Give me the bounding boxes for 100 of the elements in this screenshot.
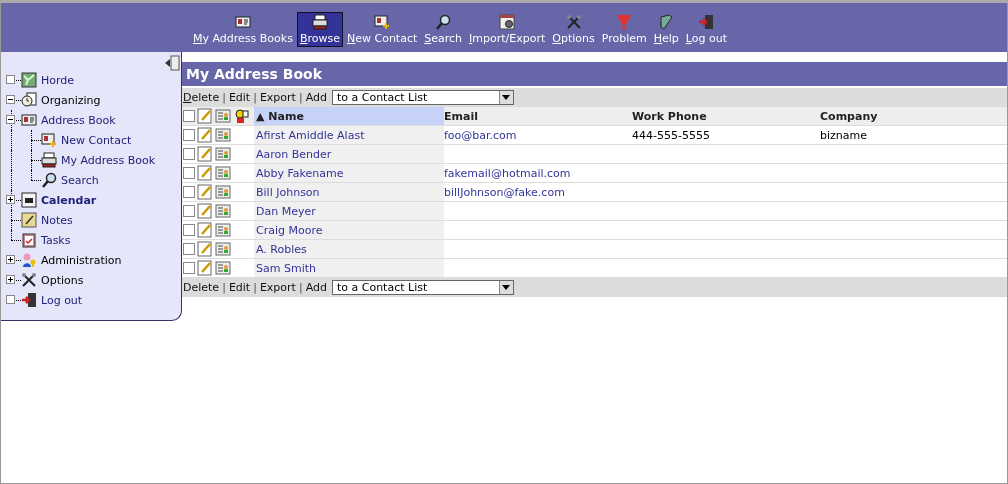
column-header[interactable]: Email [444, 107, 632, 126]
action-link[interactable]: Edit [228, 91, 251, 104]
search-icon [41, 172, 57, 188]
row-checkbox[interactable] [183, 167, 195, 179]
edit-icon[interactable] [197, 260, 213, 276]
email-link[interactable]: billJohnson@fake.com [444, 185, 565, 199]
vcard-icon[interactable] [215, 260, 231, 276]
column-header[interactable]: Company [820, 107, 1007, 126]
tree-item[interactable]: Tasks [41, 233, 71, 247]
vcard-icon[interactable] [215, 146, 231, 162]
action-link[interactable]: Add [305, 91, 327, 104]
edit-icon[interactable] [197, 165, 213, 181]
toolbar-button[interactable]: Problem [598, 12, 650, 47]
stack-icon [41, 152, 57, 168]
tree-item[interactable]: Address Book [41, 113, 116, 127]
window-gear-icon [499, 14, 516, 30]
edit-icon[interactable] [197, 146, 213, 162]
search-icon [435, 14, 452, 30]
table-cell: 444-555-5555 [632, 128, 710, 142]
toolbar-button[interactable]: Log out [682, 12, 731, 47]
column-header[interactable]: Work Phone [632, 107, 820, 126]
expander-toggle[interactable] [6, 275, 15, 284]
tree-item[interactable]: Calendar [41, 193, 97, 207]
action-link[interactable]: Export [259, 281, 296, 294]
add-card-icon [374, 14, 391, 30]
vcard-icon[interactable] [215, 184, 231, 200]
map-icon [21, 72, 37, 88]
tree-item[interactable]: Options [41, 273, 84, 287]
tree-item[interactable]: New Contact [61, 133, 132, 147]
select-all-checkbox[interactable] [183, 110, 195, 122]
toolbar-button[interactable]: Help [650, 12, 682, 47]
note-icon [21, 212, 37, 228]
toolbar-button[interactable]: Search [421, 12, 466, 47]
row-checkbox[interactable] [183, 148, 195, 160]
toolbar-button[interactable]: New Contact [344, 12, 421, 47]
address-card-icon [21, 112, 37, 128]
collapse-icon[interactable] [164, 55, 180, 71]
row-checkbox[interactable] [183, 224, 195, 236]
vcard-icon[interactable] [215, 203, 231, 219]
tree-item[interactable]: Notes [41, 213, 73, 227]
row-checkbox[interactable] [183, 262, 195, 274]
separator: | [253, 91, 257, 104]
expander-toggle[interactable] [6, 195, 15, 204]
page-title: My Address Book [182, 62, 1007, 88]
expander-toggle[interactable] [6, 95, 15, 104]
vcard-icon[interactable] [215, 241, 231, 257]
person-key-icon [21, 252, 37, 268]
expander-toggle[interactable] [6, 255, 15, 264]
separator: | [298, 91, 303, 104]
edit-icon[interactable] [197, 184, 213, 200]
expander-toggle[interactable] [6, 115, 15, 124]
row-checkbox[interactable] [183, 129, 195, 141]
toolbar-button[interactable]: Import/Export [466, 12, 549, 47]
edit-icon[interactable] [197, 127, 213, 143]
dropdown-icon [502, 95, 511, 100]
email-link[interactable]: fakemail@hotmail.com [444, 166, 571, 180]
toolbar-button[interactable]: My Address Books [190, 12, 296, 47]
contact-name-link[interactable]: A. Robles [256, 242, 307, 256]
person-icon[interactable] [233, 108, 249, 124]
table-cell: bizname [820, 128, 867, 142]
vcard-icon[interactable] [215, 222, 231, 238]
tree-item[interactable]: Log out [41, 293, 83, 307]
edit-icon[interactable] [197, 241, 213, 257]
separator: | [222, 281, 226, 294]
action-link[interactable]: Delete [183, 91, 220, 104]
dropdown-icon [502, 285, 511, 290]
contact-list-select[interactable]: to a Contact List [331, 280, 514, 295]
tree-item[interactable]: Administration [41, 253, 122, 267]
row-checkbox[interactable] [183, 243, 195, 255]
column-header[interactable]: ▲ Name [254, 107, 444, 126]
action-link[interactable]: Export [259, 91, 296, 104]
row-checkbox[interactable] [183, 186, 195, 198]
exclamation-icon [616, 14, 633, 30]
action-link[interactable]: Delete [183, 281, 220, 294]
email-link[interactable]: foo@bar.com [444, 128, 517, 142]
separator: | [298, 281, 303, 294]
tree-item[interactable]: Search [61, 173, 99, 187]
separator: | [222, 91, 226, 104]
address-card-icon [234, 14, 251, 30]
stack-icon [311, 14, 328, 30]
tree-item[interactable]: Organizing [41, 93, 101, 107]
clock-icon [21, 92, 37, 108]
exit-door-icon [698, 14, 715, 30]
tree-item[interactable]: Horde [41, 73, 75, 87]
action-link[interactable]: Add [305, 281, 327, 294]
row-checkbox[interactable] [183, 205, 195, 217]
action-link[interactable]: Edit [228, 281, 251, 294]
vcard-icon[interactable] [215, 165, 231, 181]
contact-list-select[interactable]: to a Contact List [331, 90, 514, 105]
edit-icon[interactable] [197, 222, 213, 238]
toolbar-button[interactable]: Browse [296, 12, 343, 47]
add-card-icon [41, 132, 57, 148]
tools-icon [21, 272, 37, 288]
tree-item[interactable]: My Address Book [61, 153, 156, 167]
edit-icon [197, 108, 213, 124]
tools-icon [565, 14, 582, 30]
edit-icon[interactable] [197, 203, 213, 219]
exit-door-icon [21, 292, 37, 308]
clipboard-icon [21, 232, 37, 248]
toolbar-button[interactable]: Options [549, 12, 598, 47]
